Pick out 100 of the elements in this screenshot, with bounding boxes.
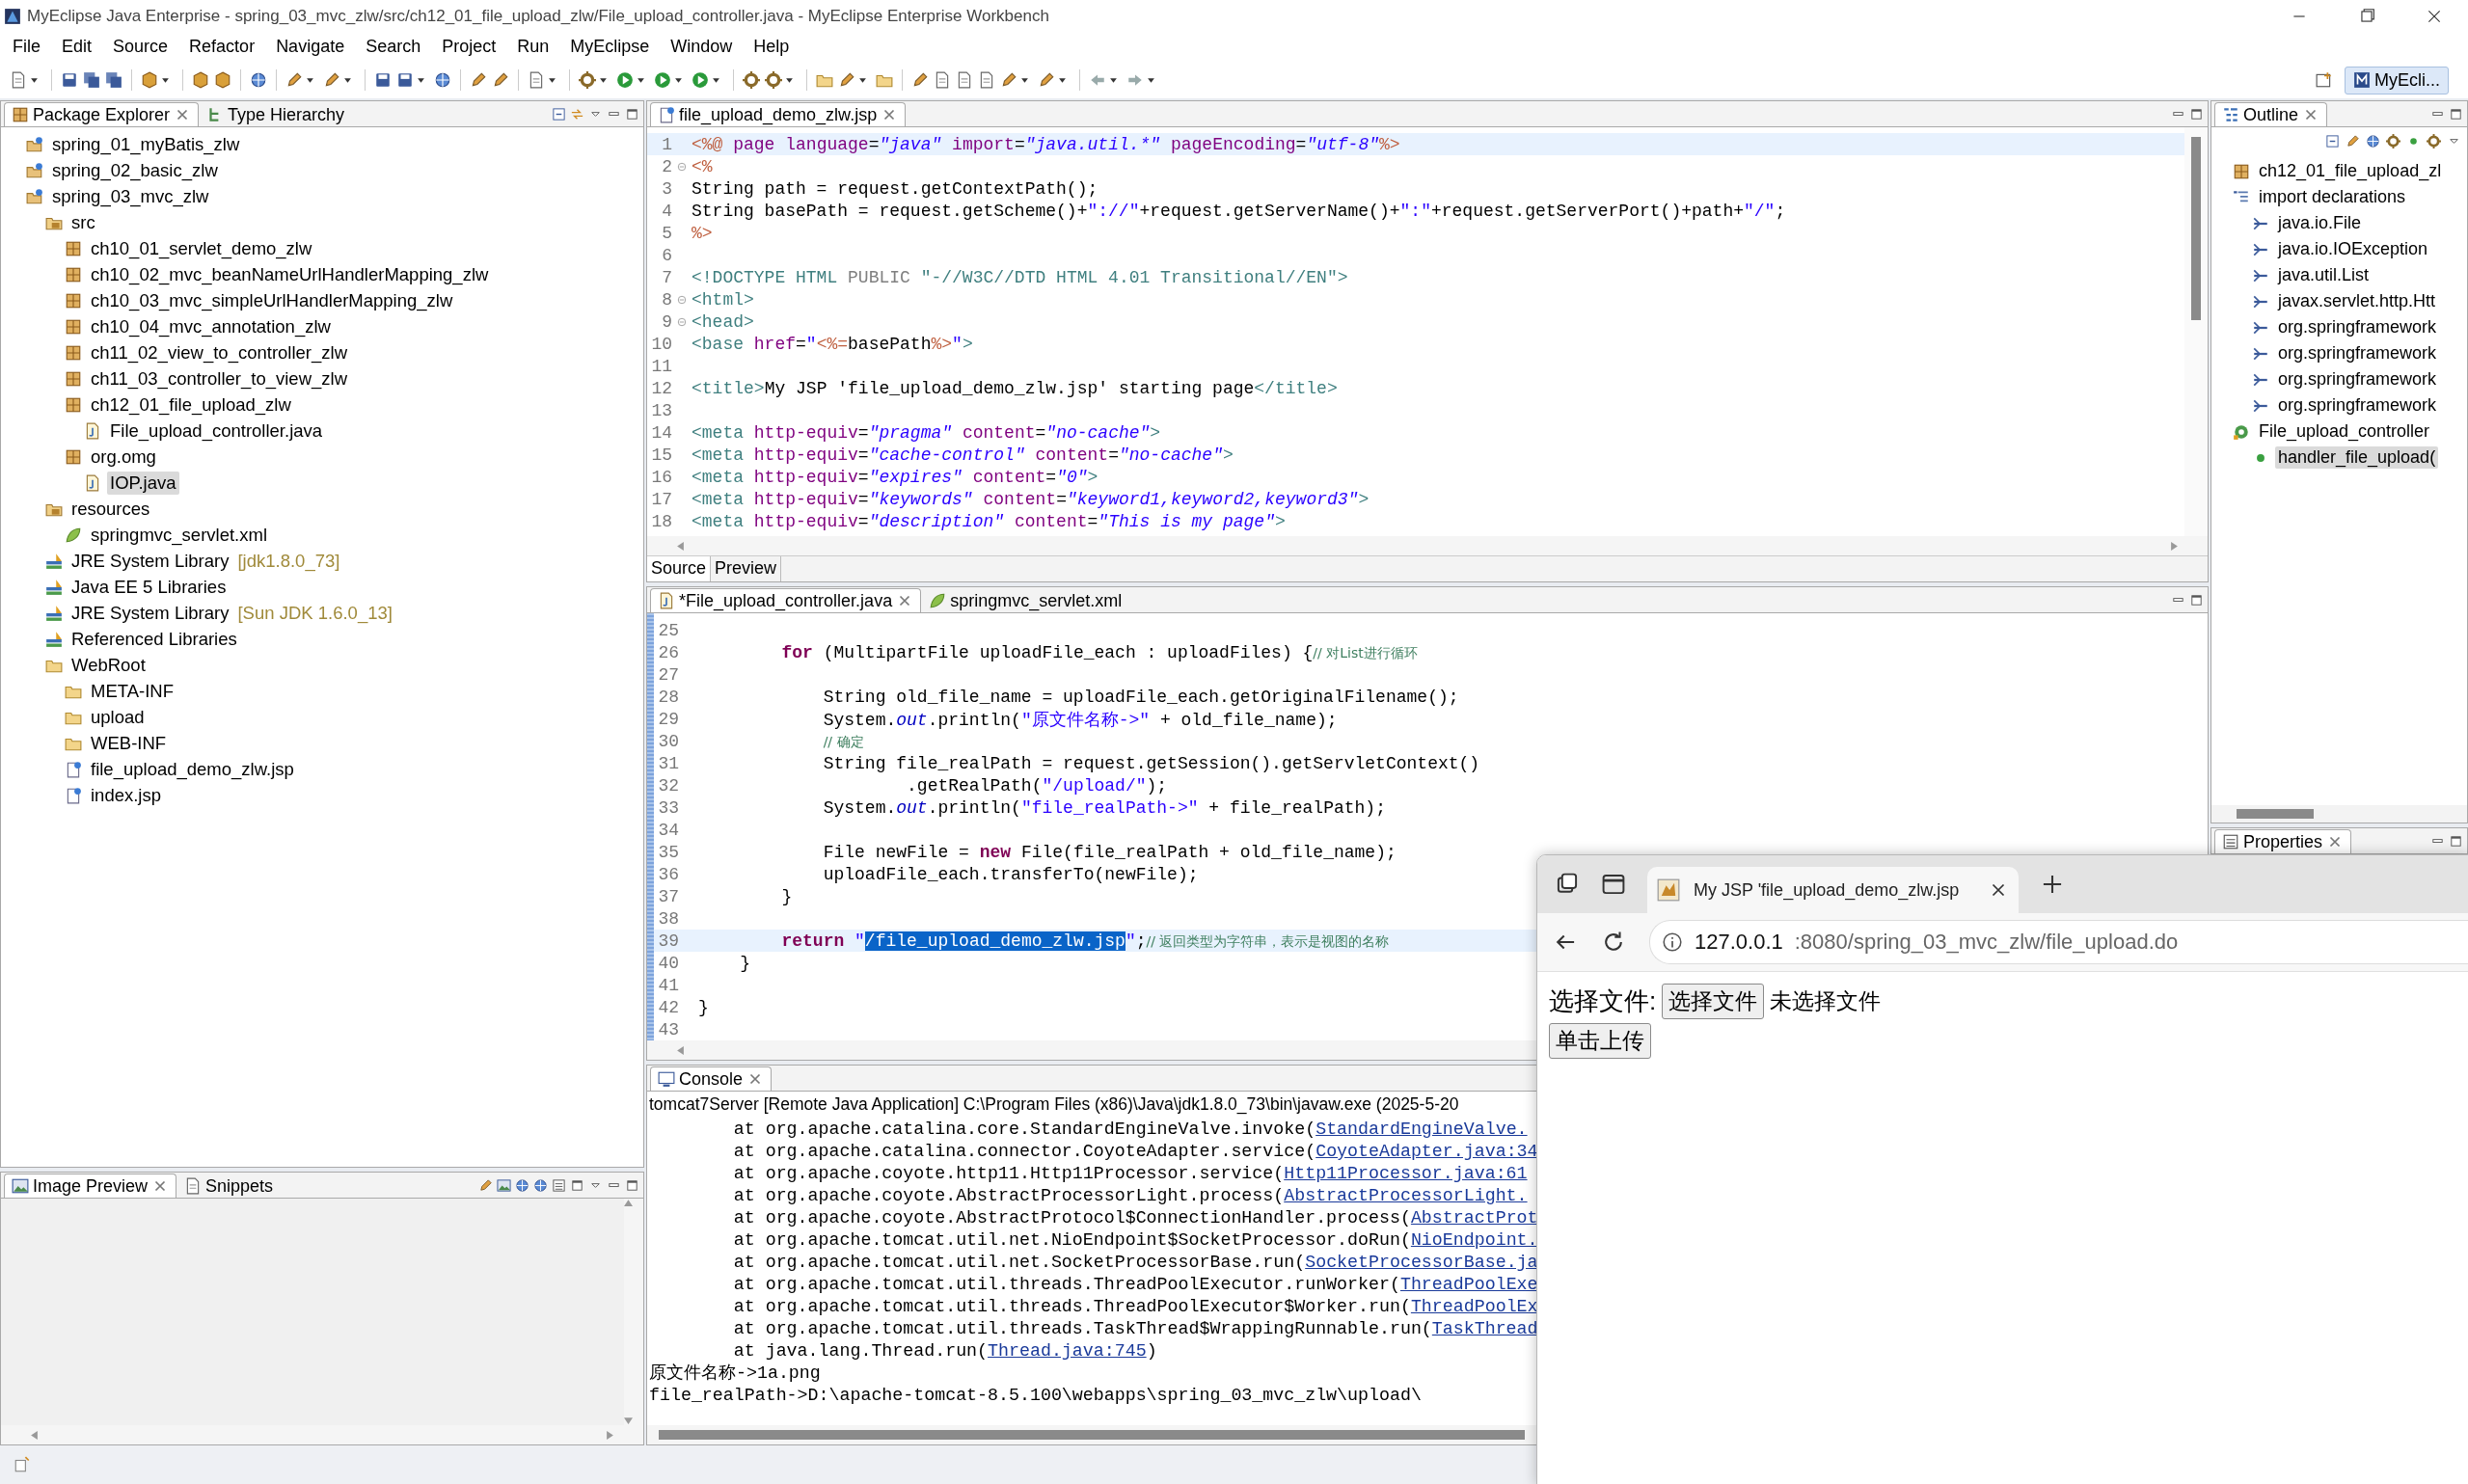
tree-item[interactable]: ch10_01_servlet_demo_zlw — [88, 236, 315, 260]
maximize-icon[interactable] — [2449, 833, 2463, 849]
scroll-arrow-icon[interactable] — [676, 541, 685, 551]
stack-trace-link[interactable]: SocketProcessorBase.ja — [1305, 1253, 1538, 1272]
caret-icon[interactable] — [1058, 75, 1067, 85]
caret-icon[interactable] — [30, 75, 39, 85]
submit-button[interactable]: 单击上传 — [1549, 1023, 1651, 1059]
tree-item[interactable]: Java EE 5 Libraries — [68, 575, 230, 599]
tree-item[interactable]: java.util.List — [2275, 264, 2373, 286]
caret-icon[interactable] — [417, 75, 425, 85]
cube-icon[interactable] — [214, 71, 231, 89]
tree-item[interactable]: WebRoot — [68, 653, 149, 677]
tree-item[interactable]: WEB-INF — [88, 731, 170, 755]
tree-item[interactable]: File_upload_controller — [2256, 420, 2433, 443]
view-tab[interactable]: Preview — [711, 556, 782, 581]
scrollbar[interactable] — [647, 1425, 1536, 1444]
tree-item[interactable]: ch12_01_file_upload_zlw — [88, 392, 294, 417]
tree-item[interactable]: spring_03_mvc_zlw — [49, 184, 212, 208]
scroll-arrow-icon[interactable] — [2170, 541, 2179, 551]
pencil-icon[interactable] — [285, 71, 303, 89]
browser-tab[interactable]: My JSP 'file_upload_demo_zlw.jsp — [1647, 867, 2019, 913]
gear-icon[interactable] — [765, 71, 782, 89]
collapse-all-icon[interactable] — [2325, 133, 2340, 148]
scrollbar[interactable] — [2211, 805, 2467, 823]
tree-item[interactable]: file_upload_demo_zlw.jsp — [88, 757, 297, 781]
stack-trace-link[interactable]: ThreadPoolExe — [1399, 1275, 1538, 1294]
caret-icon[interactable] — [1147, 75, 1155, 85]
menu-item[interactable]: Edit — [51, 37, 103, 57]
scrollbar[interactable] — [624, 1199, 643, 1425]
tree-item[interactable]: org.springframework — [2275, 316, 2440, 338]
tree-item[interactable]: JRE System Library — [68, 601, 232, 625]
tree-item[interactable]: META-INF — [88, 679, 176, 703]
pencil-icon[interactable] — [323, 71, 340, 89]
maximize-icon[interactable] — [625, 106, 639, 121]
caret-icon[interactable] — [548, 75, 556, 85]
tree-item[interactable]: spring_02_basic_zlw — [49, 158, 221, 182]
caret-icon[interactable] — [1020, 75, 1029, 85]
panel-tab[interactable]: springmvc_servlet.xml — [921, 588, 1130, 612]
stack-trace-link[interactable]: CoyoteAdapter.java:34 — [1315, 1142, 1538, 1161]
tree-item[interactable]: java.io.IOException — [2275, 238, 2431, 260]
globe-icon[interactable] — [2366, 133, 2380, 148]
menu-item[interactable]: File — [2, 37, 51, 57]
tree-item[interactable]: ch10_04_mvc_annotation_zlw — [88, 314, 334, 338]
maximize-icon[interactable] — [2189, 106, 2204, 121]
sidebar-icon[interactable] — [1601, 872, 1626, 897]
save-icon[interactable] — [61, 71, 78, 89]
pencil-icon[interactable] — [911, 71, 929, 89]
tree-item[interactable]: Referenced Libraries — [68, 627, 240, 651]
panel-tab[interactable]: Image Preview — [4, 1174, 177, 1198]
stack-trace-link[interactable]: AbstractProt — [1410, 1208, 1538, 1228]
choose-file-button[interactable]: 选择文件 — [1662, 984, 1765, 1019]
pencil-icon[interactable] — [2346, 133, 2360, 148]
tree-item[interactable]: IOP.java — [107, 471, 179, 495]
pencil-icon[interactable] — [492, 71, 509, 89]
menu-item[interactable]: Refactor — [178, 37, 266, 57]
panel-tab[interactable]: Snippets — [176, 1174, 282, 1198]
stack-trace-link[interactable]: AbstractProcessorLight. — [1284, 1186, 1528, 1205]
run-icon[interactable] — [654, 71, 671, 89]
tree-item[interactable]: src — [68, 210, 98, 234]
scroll-arrow-icon[interactable] — [624, 1199, 633, 1207]
pencil-icon[interactable] — [470, 71, 487, 89]
caret-icon[interactable] — [712, 75, 720, 85]
document-icon[interactable] — [528, 71, 545, 89]
stack-trace-link[interactable]: Thread.java:745 — [988, 1341, 1147, 1361]
panel-tab[interactable]: Console — [650, 1066, 773, 1091]
menu-item[interactable]: Run — [506, 37, 560, 57]
globe-icon[interactable] — [515, 1177, 529, 1193]
document-icon[interactable] — [934, 71, 951, 89]
tree-item[interactable]: ch11_02_view_to_controller_zlw — [88, 340, 350, 364]
caret-icon[interactable] — [306, 75, 314, 85]
caret-icon[interactable] — [785, 75, 794, 85]
properties-icon[interactable] — [552, 1177, 566, 1193]
save-icon[interactable] — [396, 71, 414, 89]
tree-item[interactable]: spring_01_myBatis_zlw — [49, 132, 243, 156]
stack-trace-link[interactable]: Http11Processor.java:61 — [1284, 1164, 1528, 1183]
tree-item[interactable]: ch12_01_file_upload_zl — [2256, 160, 2445, 182]
tree-item[interactable]: JRE System Library — [68, 549, 232, 573]
info-icon[interactable] — [1662, 931, 1683, 953]
caret-icon[interactable] — [161, 75, 170, 85]
stack-trace-link[interactable]: NioEndpoint. — [1410, 1230, 1538, 1250]
tree-item[interactable]: resources — [68, 497, 153, 521]
document-icon[interactable] — [956, 71, 973, 89]
perspective-button[interactable]: MyEcli... — [2345, 66, 2449, 94]
maximize-icon[interactable] — [570, 1177, 584, 1193]
tree-item[interactable]: handler_file_upload( — [2275, 446, 2439, 469]
menu-item[interactable]: Navigate — [265, 37, 356, 57]
scrollbar[interactable] — [647, 536, 2208, 555]
gear-icon[interactable] — [579, 71, 596, 89]
panel-tab[interactable]: Properties — [2214, 829, 2352, 853]
tree-item[interactable]: ch11_03_controller_to_view_zlw — [88, 366, 350, 391]
pencil-icon[interactable] — [1000, 71, 1017, 89]
pencil-icon[interactable] — [1038, 71, 1055, 89]
scrollbar[interactable] — [1, 1425, 643, 1444]
panel-tab[interactable]: *File_upload_controller.java — [650, 588, 922, 612]
tree-item[interactable]: org.springframework — [2275, 368, 2440, 391]
address-field[interactable]: 127.0.0.1 :8080/spring_03_mvc_zlw/file_upload.do — [1649, 920, 2468, 964]
pencil-icon[interactable] — [838, 71, 855, 89]
tree-item[interactable]: org.omg — [88, 445, 159, 469]
save-all-icon[interactable] — [83, 71, 100, 89]
view-tab[interactable]: Source — [647, 556, 712, 581]
